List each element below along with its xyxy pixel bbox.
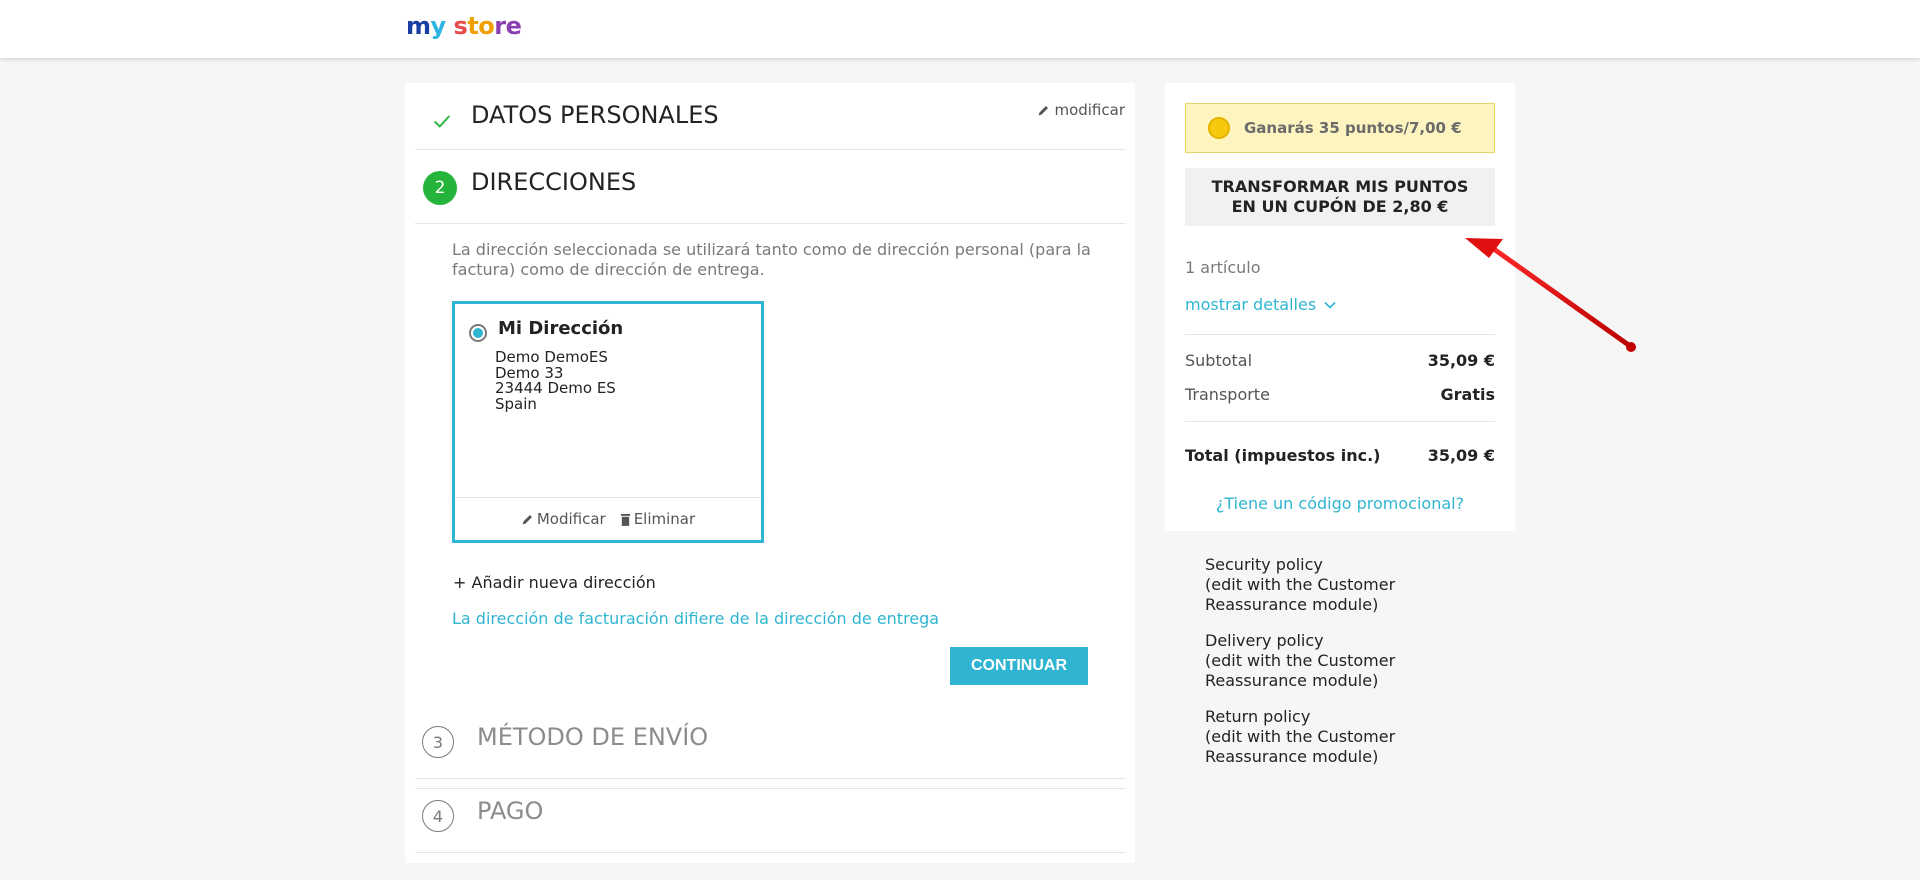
reassurance-delivery: Delivery policy (edit with the Customer … [1205,631,1396,690]
step-title-personal[interactable]: DATOS PERSONALES [471,101,719,129]
address-description: La dirección seleccionada se utilizará t… [452,240,1091,279]
modify-personal-link[interactable]: modificar [1037,101,1125,119]
red-arrow-annotation [1465,238,1636,352]
address-radio[interactable] [469,324,487,342]
reassurance-security: Security policy (edit with the Customer … [1205,555,1396,614]
shipping-row: Transporte Gratis [1185,385,1495,404]
address-card[interactable]: Mi Dirección Demo DemoES Demo 33 23444 D… [452,301,764,543]
trash-icon [620,513,630,526]
step-number-badge: 4 [422,800,454,832]
subtotal-row: Subtotal 35,09 € [1185,351,1495,370]
edit-address-link[interactable]: Modificar [521,510,606,528]
reassurance-return: Return policy (edit with the Customer Re… [1205,707,1396,766]
step-title-shipping: MÉTODO DE ENVÍO [477,723,709,751]
step-addresses-header: 2 DIRECCIONES [415,150,1125,224]
step-personal-data: DATOS PERSONALES modificar [415,83,1125,150]
step-title-addresses: DIRECCIONES [471,168,637,196]
step-shipping: 3 MÉTODO DE ENVÍO [415,705,1125,779]
coin-icon [1208,117,1230,139]
address-lines: Demo DemoES Demo 33 23444 Demo ES Spain [495,348,616,413]
check-icon [434,115,451,128]
points-text: Ganarás 35 puntos/7,00 € [1244,119,1462,137]
transform-points-button[interactable]: TRANSFORMAR MIS PUNTOS EN UN CUPÓN DE 2,… [1185,168,1495,226]
different-billing-address-link[interactable]: La dirección de facturación difiere de l… [452,609,939,628]
promo-code-link[interactable]: ¿Tiene un código promocional? [1165,494,1515,513]
add-new-address-link[interactable]: + Añadir nueva dirección [453,573,656,592]
continue-button[interactable]: CONTINUAR [950,647,1088,685]
step-number-badge: 3 [422,726,454,758]
step-number-badge: 2 [423,171,457,205]
pencil-icon [1039,105,1049,115]
step-payment: 4 PAGO [415,779,1125,853]
divider [1185,334,1495,335]
total-row: Total (impuestos inc.) 35,09 € [1185,446,1495,465]
checkout-steps: DATOS PERSONALES modificar 2 DIRECCIONES… [405,83,1135,863]
address-actions: Modificar Eliminar [455,497,761,540]
chevron-down-icon [1324,301,1336,309]
site-header: my store [0,0,1920,58]
store-logo[interactable]: my store [406,12,522,40]
address-alias: Mi Dirección [498,318,624,339]
delete-address-link[interactable]: Eliminar [620,510,695,528]
pencil-icon [522,514,532,524]
loyalty-points-box: Ganarás 35 puntos/7,00 € [1185,103,1495,153]
step-title-payment: PAGO [477,797,544,825]
items-count: 1 artículo [1185,258,1261,277]
show-details-toggle[interactable]: mostrar detalles [1185,295,1336,314]
divider [1185,421,1495,422]
